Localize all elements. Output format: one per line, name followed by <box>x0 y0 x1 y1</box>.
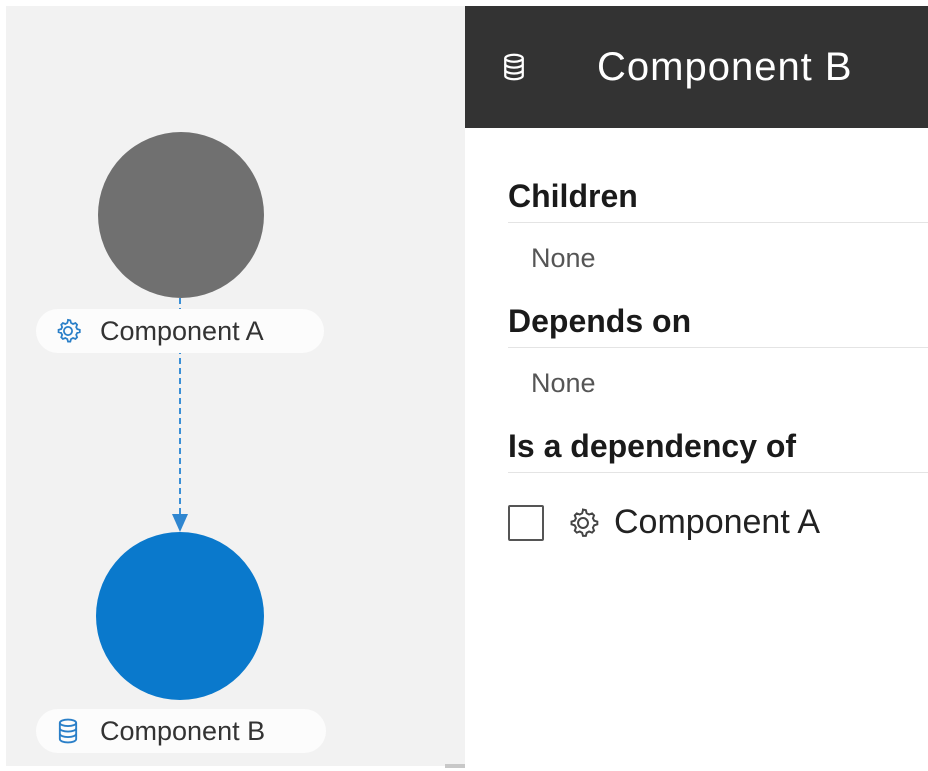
graph-canvas[interactable]: Component A Component B <box>6 6 466 766</box>
dependency-of-section: Is a dependency of Component A <box>465 406 928 542</box>
dependency-checkbox[interactable] <box>508 504 544 541</box>
section-heading: Children <box>508 128 928 223</box>
gear-icon <box>54 317 82 345</box>
children-section: Children None <box>465 128 928 281</box>
panel-title: Component B <box>597 44 853 89</box>
node-component-b[interactable] <box>96 532 264 700</box>
node-label-component-a[interactable]: Component A <box>36 309 324 353</box>
list-item[interactable]: Component A <box>508 473 928 542</box>
node-label-text: Component A <box>100 315 264 346</box>
database-icon <box>54 717 82 745</box>
empty-text: None <box>531 243 596 273</box>
details-panel: Component B Children None Depends on Non… <box>465 6 928 771</box>
database-icon <box>499 51 529 83</box>
section-heading: Depends on <box>508 281 928 348</box>
panel-header: Component B <box>465 6 928 128</box>
depends-on-section: Depends on None <box>465 281 928 406</box>
empty-text: None <box>531 368 596 398</box>
node-label-component-b[interactable]: Component B <box>36 709 326 753</box>
node-label-text: Component B <box>100 715 266 746</box>
node-component-a[interactable] <box>98 132 264 298</box>
dependency-link[interactable]: Component A <box>614 503 820 542</box>
gear-icon <box>566 506 600 540</box>
section-heading: Is a dependency of <box>508 406 928 473</box>
edge-arrowhead <box>172 514 188 532</box>
